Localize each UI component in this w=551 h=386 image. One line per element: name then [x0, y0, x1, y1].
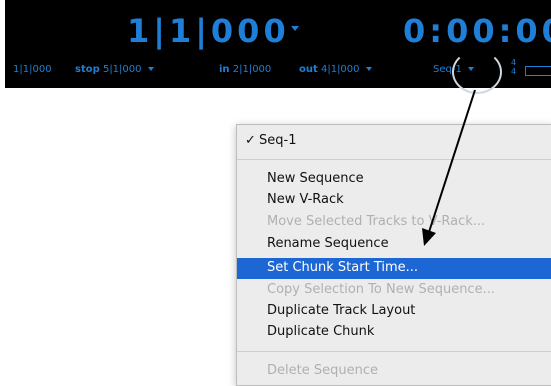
menu-separator	[237, 159, 551, 160]
bars-counter-dropdown-icon[interactable]	[291, 26, 299, 31]
callout-circle	[452, 50, 502, 94]
in-label: in	[219, 64, 230, 75]
sequence-popup-menu: ✓ Seq-1 New Sequence New V-Rack Move Sele…	[236, 124, 551, 386]
menu-item-duplicate-chunk[interactable]: Duplicate Chunk	[267, 324, 374, 339]
meter-denominator: 4	[511, 67, 517, 76]
out-dropdown-icon[interactable]	[365, 67, 372, 71]
menu-item-set-chunk-start-time[interactable]: Set Chunk Start Time...	[267, 260, 418, 275]
stop-label: stop	[75, 64, 100, 75]
menu-item-delete-sequence: Delete Sequence	[267, 363, 378, 378]
out-label: out	[299, 64, 318, 75]
time-counter[interactable]: 0:00:00	[403, 12, 551, 50]
menu-current-label: Seq-1	[259, 133, 297, 148]
menu-item-new-v-rack[interactable]: New V-Rack	[267, 192, 344, 207]
menu-current-sequence[interactable]: ✓ Seq-1	[245, 133, 296, 148]
in-value: 2|1|000	[232, 64, 272, 75]
menu-item-duplicate-track-layout[interactable]: Duplicate Track Layout	[267, 303, 415, 318]
menu-item-new-sequence[interactable]: New Sequence	[267, 171, 364, 186]
in-point[interactable]: in 2|1|000	[219, 64, 271, 75]
out-value: 4|1|000	[320, 64, 360, 75]
stop-dropdown-icon[interactable]	[147, 67, 154, 71]
menu-item-rename-sequence[interactable]: Rename Sequence	[267, 236, 389, 251]
meter-fraction[interactable]: 4 4	[511, 58, 516, 76]
menu-separator	[237, 351, 551, 352]
menu-item-copy-selection: Copy Selection To New Sequence...	[267, 282, 495, 297]
stop-point[interactable]: stop 5|1|000	[75, 64, 154, 75]
position-readout[interactable]: 1|1|000	[13, 64, 52, 75]
stop-value: 5|1|000	[102, 64, 142, 75]
menu-item-move-selected-tracks: Move Selected Tracks to V-Rack...	[267, 214, 486, 229]
bars-counter[interactable]: 1|1|000	[127, 12, 290, 50]
out-point[interactable]: out 4|1|000	[299, 64, 372, 75]
meter-numerator: 4	[511, 58, 517, 67]
meter-box	[525, 66, 551, 76]
checkmark-icon: ✓	[245, 133, 256, 148]
